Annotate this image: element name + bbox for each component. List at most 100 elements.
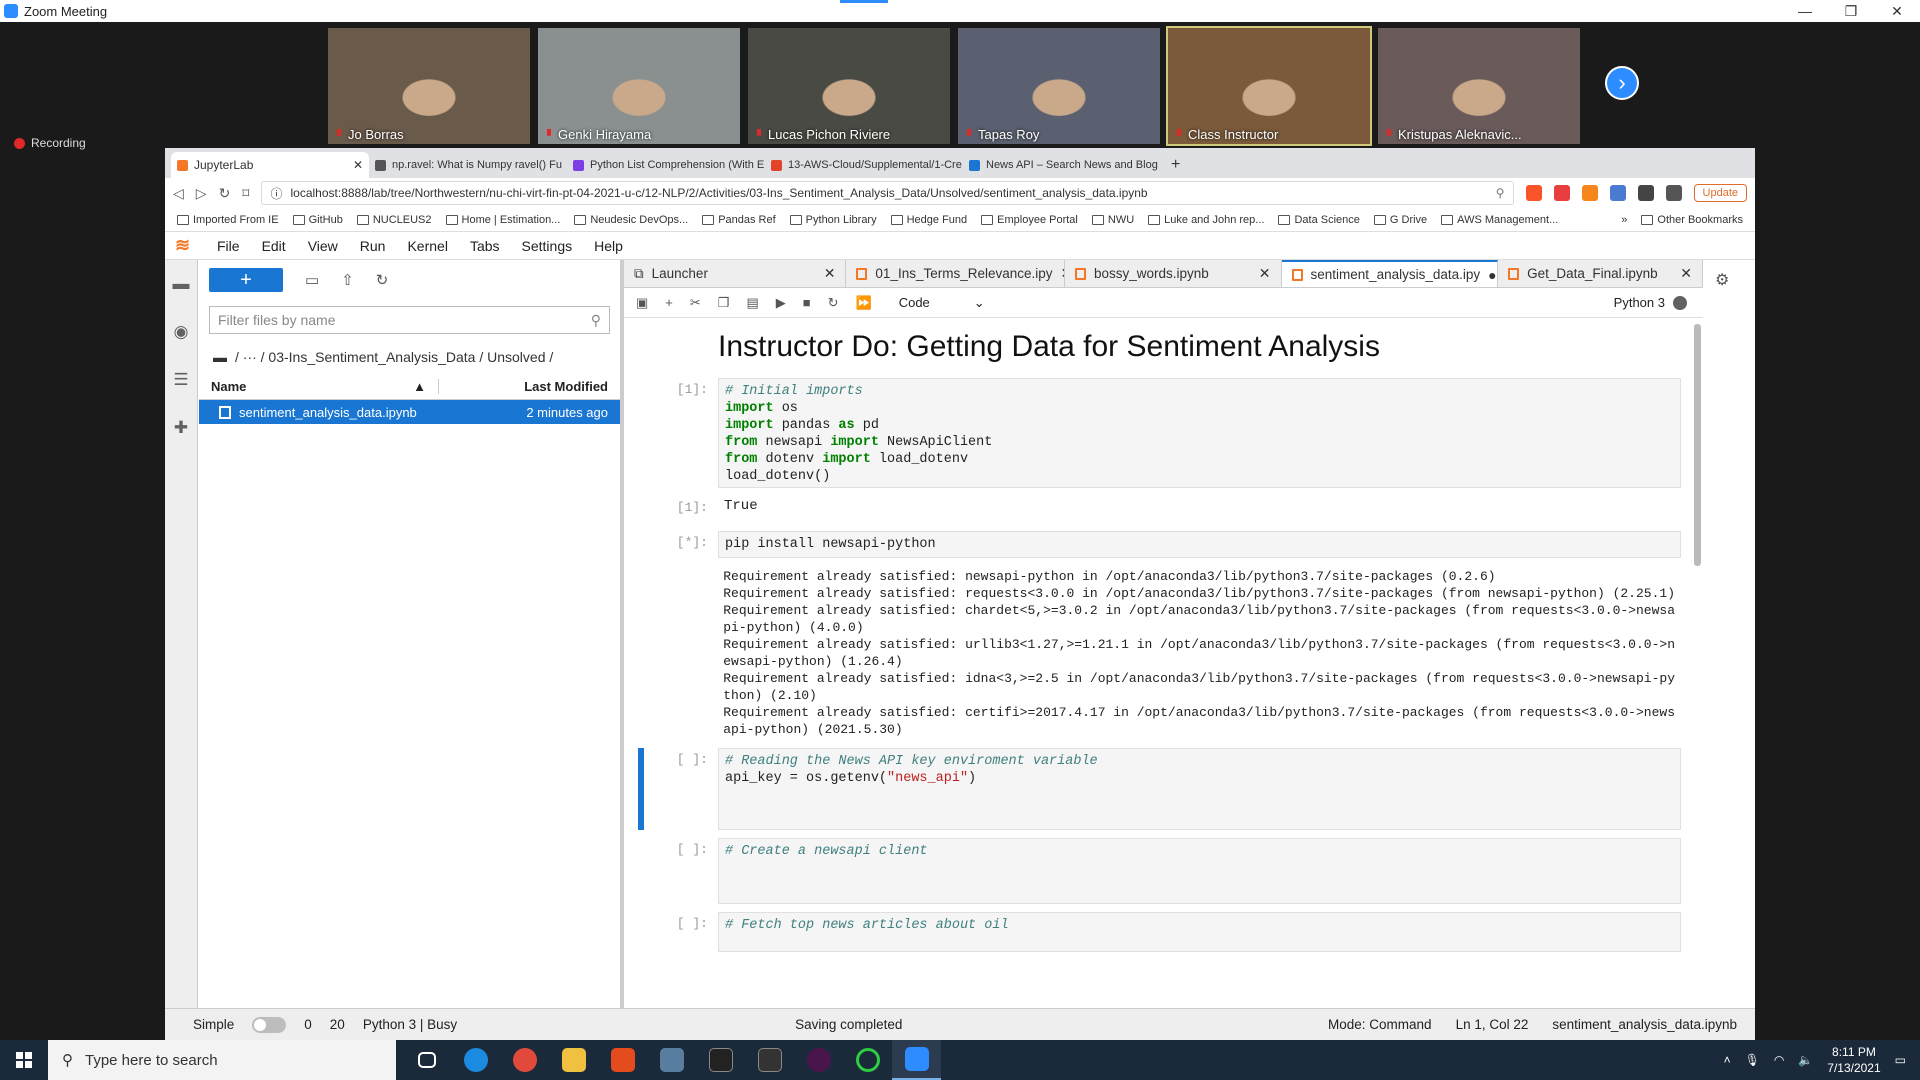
run-icon[interactable]: ▶ bbox=[776, 295, 786, 311]
refresh-icon[interactable]: ↻ bbox=[376, 271, 389, 289]
extension-icon[interactable]: ✚ bbox=[171, 418, 191, 438]
tab-close-icon[interactable]: ✕ bbox=[1259, 265, 1271, 282]
cell-source[interactable]: # Fetch top news articles about oil bbox=[718, 912, 1681, 952]
menu-item-settings[interactable]: Settings bbox=[522, 238, 573, 254]
file-row[interactable]: sentiment_analysis_data.ipynb 2 minutes … bbox=[199, 400, 620, 424]
participant-tile[interactable]: Kristupas Aleknavic... bbox=[1376, 26, 1582, 146]
extension-icon[interactable] bbox=[1609, 185, 1626, 201]
notebook-scrollbar[interactable] bbox=[1694, 324, 1701, 566]
microphone-icon[interactable]: 🎙 bbox=[1745, 1053, 1760, 1067]
window-icon[interactable] bbox=[745, 1040, 794, 1080]
simple-mode-toggle[interactable] bbox=[252, 1016, 287, 1033]
bookmark-item[interactable]: Employee Portal bbox=[981, 214, 1078, 226]
cell-source[interactable]: # Initial imports import os import panda… bbox=[718, 378, 1681, 488]
save-icon[interactable]: ▣ bbox=[636, 295, 648, 311]
maximize-icon[interactable]: ❐ bbox=[1828, 3, 1874, 20]
cell-type-select[interactable]: Code ⌄ bbox=[899, 295, 985, 311]
cell-source[interactable]: # Create a newsapi client bbox=[718, 838, 1681, 904]
volume-icon[interactable]: 🔈 bbox=[1798, 1053, 1813, 1067]
minimize-icon[interactable]: — bbox=[1782, 3, 1828, 20]
tab-close-icon[interactable]: ✕ bbox=[353, 158, 363, 172]
code-cell[interactable]: [ ]: # Fetch top news articles about oil bbox=[638, 912, 1681, 952]
bookmark-item[interactable]: AWS Management... bbox=[1441, 214, 1558, 226]
address-bar[interactable]: ⓘ localhost:8888/lab/tree/Northwestern/n… bbox=[261, 181, 1514, 205]
terminals-count[interactable]: 0 bbox=[304, 1017, 312, 1032]
participant-tile[interactable]: Class Instructor bbox=[1166, 26, 1372, 146]
menu-item-tabs[interactable]: Tabs bbox=[470, 238, 500, 254]
update-button[interactable]: Update bbox=[1693, 184, 1747, 202]
tab-close-icon[interactable]: ✕ bbox=[824, 265, 836, 282]
browser-tab[interactable]: np.ravel: What is Numpy ravel() Fu✕ bbox=[369, 152, 567, 178]
cut-icon[interactable]: ✂ bbox=[690, 295, 701, 311]
browser-tab[interactable]: Python List Comprehension (With E✕ bbox=[567, 152, 765, 178]
browser-tab[interactable]: JupyterLab ✕ bbox=[171, 152, 369, 178]
bookmark-item[interactable]: Pandas Ref bbox=[702, 214, 776, 226]
recording-indicator[interactable]: Recording bbox=[14, 136, 86, 150]
bookmark-item[interactable]: Luke and John rep... bbox=[1148, 214, 1264, 226]
filter-files-input[interactable]: Filter files by name ⚲ bbox=[209, 306, 610, 334]
participant-tile[interactable]: Lucas Pichon Riviere bbox=[746, 26, 952, 146]
chrome-icon[interactable] bbox=[500, 1040, 549, 1080]
extension-icon[interactable] bbox=[1637, 185, 1654, 201]
bookmark-item[interactable]: Hedge Fund bbox=[890, 214, 967, 226]
file-explorer-icon[interactable] bbox=[549, 1040, 598, 1080]
new-tab-button[interactable]: + bbox=[1161, 152, 1190, 178]
menu-item-view[interactable]: View bbox=[308, 238, 338, 254]
folder-icon[interactable]: ▬ bbox=[171, 274, 191, 294]
code-cell[interactable]: [*]: pip install newsapi-python bbox=[638, 531, 1681, 558]
document-tab[interactable]: 01_Ins_Terms_Relevance.ipy✕ bbox=[846, 260, 1065, 287]
column-last-modified[interactable]: Last Modified bbox=[439, 379, 620, 394]
metamask-icon[interactable] bbox=[1581, 185, 1598, 201]
app-icon[interactable] bbox=[843, 1040, 892, 1080]
insert-cell-icon[interactable]: + bbox=[665, 295, 673, 310]
notebook-content[interactable]: Instructor Do: Getting Data for Sentimen… bbox=[624, 318, 1691, 1008]
bookmark-item[interactable]: NUCLEUS2 bbox=[356, 214, 432, 226]
cell-source[interactable]: pip install newsapi-python bbox=[718, 531, 1681, 558]
copy-icon[interactable]: ❐ bbox=[718, 295, 730, 311]
menu-item-help[interactable]: Help bbox=[594, 238, 623, 254]
bookmarks-more-button[interactable]: » bbox=[1621, 214, 1627, 226]
document-tab[interactable]: ⧉ Launcher ✕ bbox=[624, 260, 847, 287]
slack-icon[interactable] bbox=[794, 1040, 843, 1080]
bookmark-item[interactable]: Python Library bbox=[789, 214, 877, 226]
bookmark-item[interactable]: Home | Estimation... bbox=[445, 214, 560, 226]
close-icon[interactable]: ✕ bbox=[1874, 3, 1920, 20]
taskbar-search[interactable]: ⚲ Type here to search bbox=[48, 1040, 396, 1080]
new-folder-icon[interactable]: ▭ bbox=[305, 271, 319, 289]
menu-item-file[interactable]: File bbox=[217, 238, 240, 254]
running-icon[interactable]: ◉ bbox=[171, 322, 191, 342]
bookmark-icon[interactable]: ⌑ bbox=[242, 185, 249, 202]
document-tab[interactable]: sentiment_analysis_data.ipy ● bbox=[1281, 260, 1499, 287]
upload-icon[interactable]: ⇧ bbox=[341, 271, 354, 289]
rewards-icon[interactable] bbox=[1553, 185, 1570, 201]
office-icon[interactable] bbox=[598, 1040, 647, 1080]
cursor-position[interactable]: Ln 1, Col 22 bbox=[1456, 1017, 1529, 1032]
code-cell[interactable]: [ ]: # Create a newsapi client bbox=[638, 838, 1681, 904]
kernel-status[interactable]: Python 3 | Busy bbox=[363, 1017, 457, 1032]
bookmark-item[interactable]: GitHub bbox=[292, 214, 343, 226]
participant-tile[interactable]: Genki Hirayama bbox=[536, 26, 742, 146]
paste-icon[interactable]: ▤ bbox=[746, 295, 758, 311]
document-tab[interactable]: Get_Data_Final.ipynb ✕ bbox=[1498, 260, 1704, 287]
browser-tab[interactable]: 13-AWS-Cloud/Supplemental/1-Cre✕ bbox=[765, 152, 963, 178]
breadcrumb[interactable]: ▬ / ··· / 03-Ins_Sentiment_Analysis_Data… bbox=[199, 340, 620, 374]
bookmark-item[interactable]: G Drive bbox=[1373, 214, 1427, 226]
kernels-count[interactable]: 20 bbox=[330, 1017, 345, 1032]
column-name[interactable]: Name ▲ bbox=[199, 379, 439, 394]
new-launcher-button[interactable]: + bbox=[209, 268, 283, 292]
edge-icon[interactable] bbox=[451, 1040, 500, 1080]
terminal-icon[interactable] bbox=[696, 1040, 745, 1080]
menu-item-kernel[interactable]: Kernel bbox=[407, 238, 447, 254]
document-tab[interactable]: bossy_words.ipynb ✕ bbox=[1065, 260, 1282, 287]
clock[interactable]: 8:11 PM 7/13/2021 bbox=[1827, 1044, 1880, 1076]
cell-source[interactable]: # Reading the News API key enviroment va… bbox=[718, 748, 1681, 830]
back-icon[interactable]: ◁ bbox=[173, 185, 184, 202]
browser-tab[interactable]: News API – Search News and Blog✕ bbox=[963, 152, 1161, 178]
stop-icon[interactable]: ■ bbox=[803, 295, 811, 310]
run-all-icon[interactable]: ⏩ bbox=[856, 295, 872, 311]
property-inspector-icon[interactable]: ⚙ bbox=[1715, 270, 1729, 290]
bookmark-item[interactable]: Data Science bbox=[1278, 214, 1360, 226]
bookmark-item[interactable]: Imported From IE bbox=[177, 214, 279, 226]
tab-close-icon[interactable]: ✕ bbox=[1680, 265, 1692, 282]
code-cell[interactable]: [1]: # Initial imports import os import … bbox=[638, 378, 1681, 488]
